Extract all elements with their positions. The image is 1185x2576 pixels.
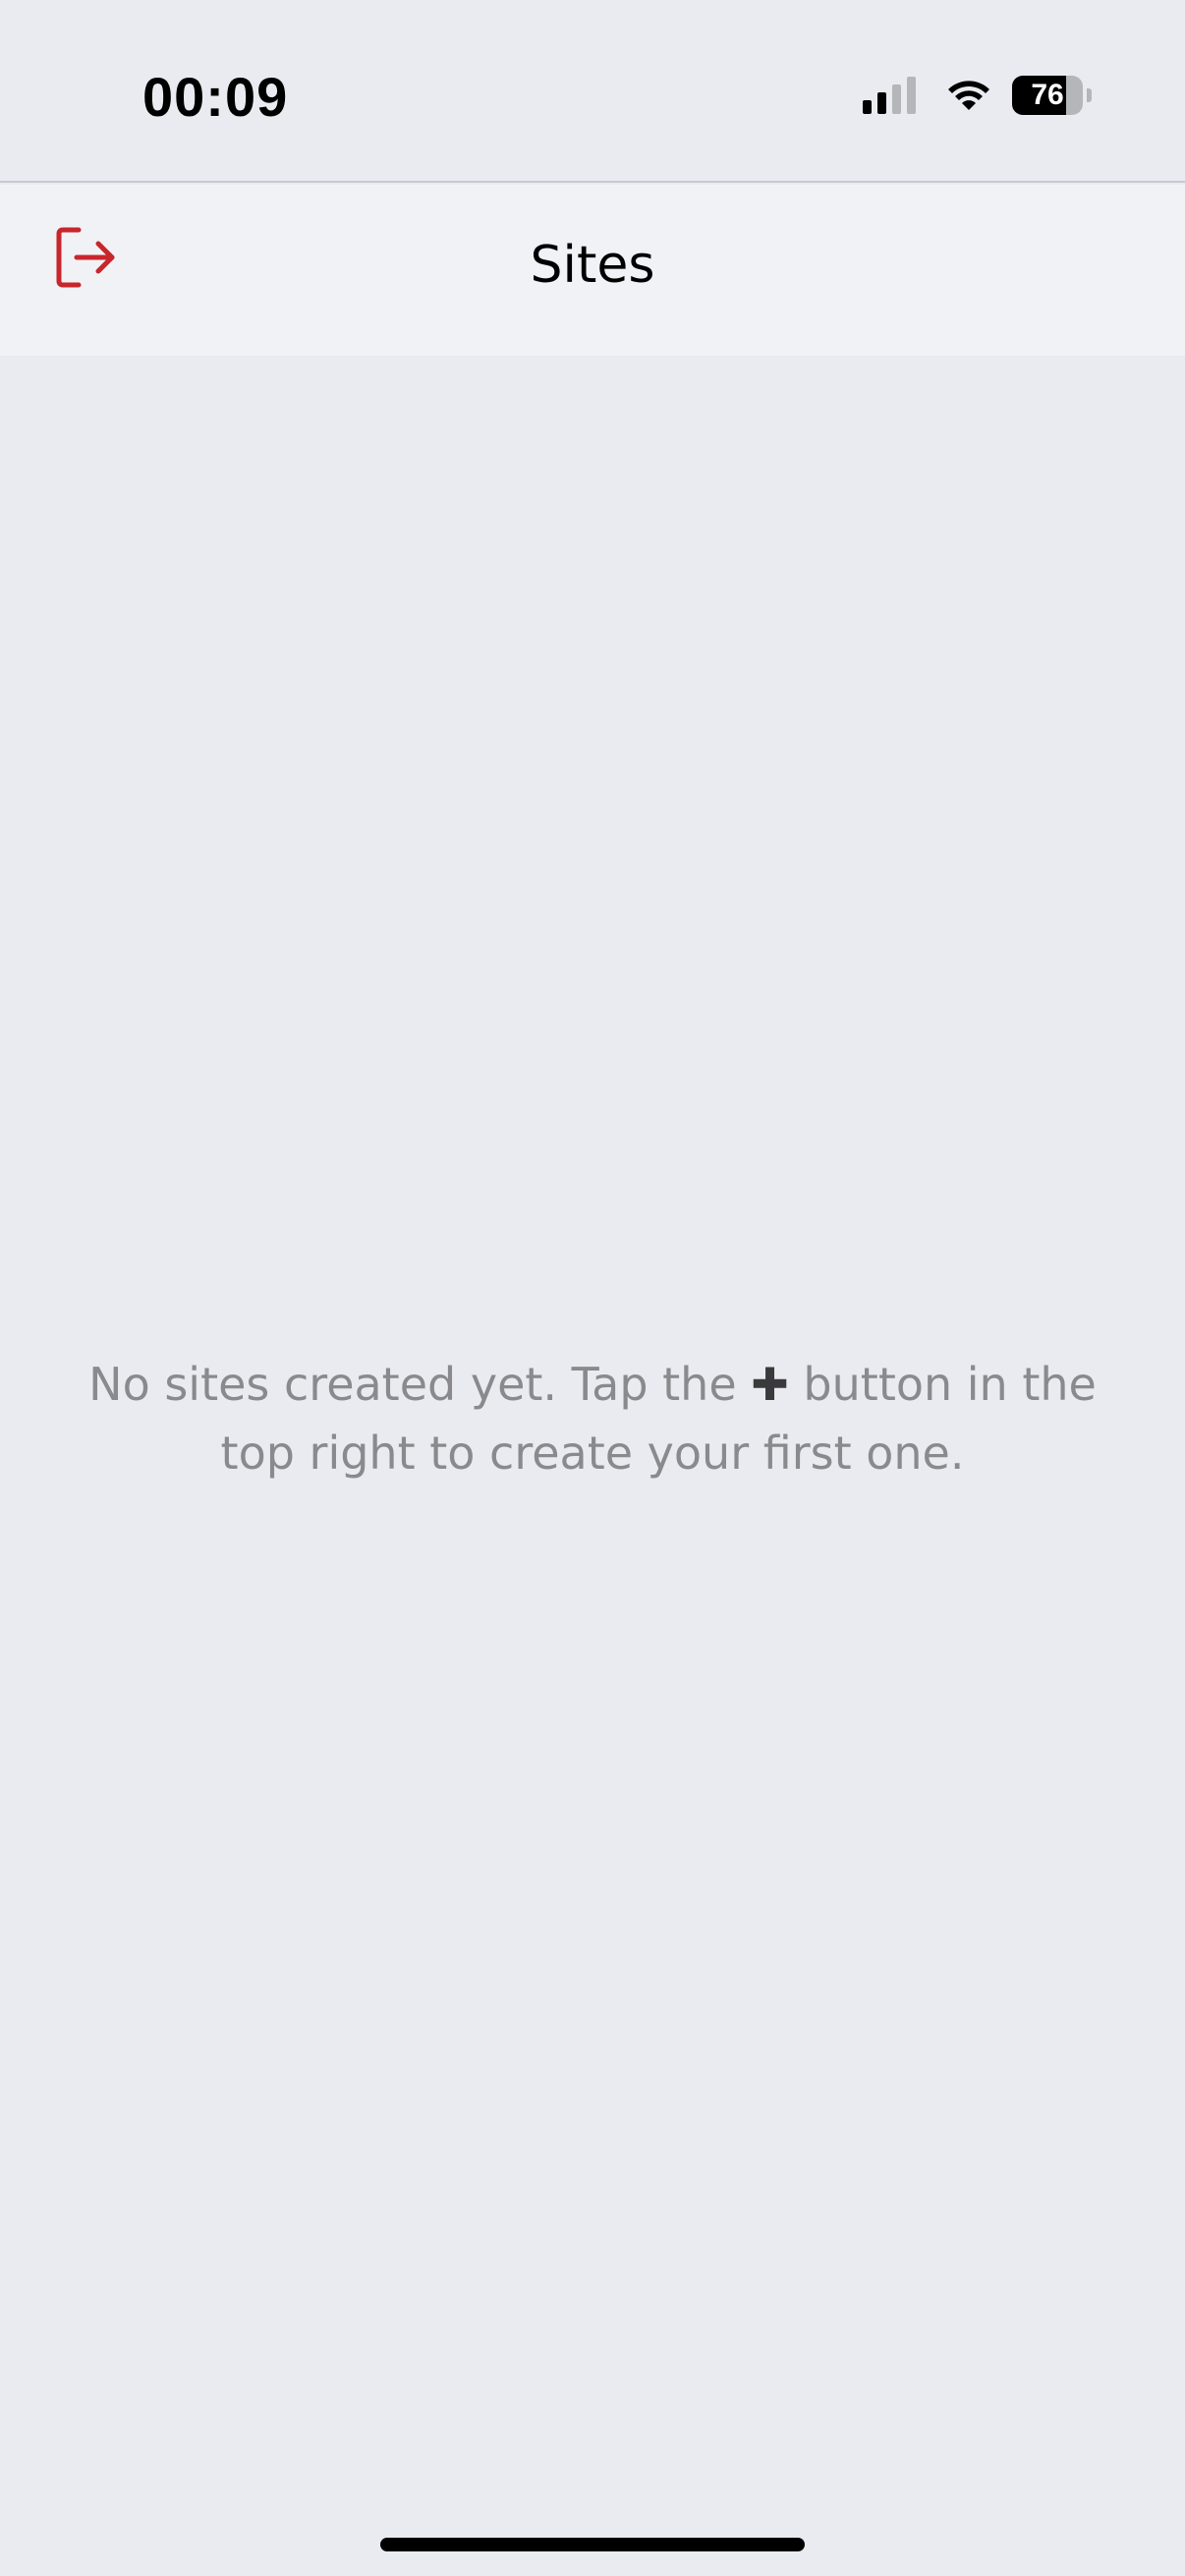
cellular-signal-icon (863, 77, 922, 114)
empty-state-message: No sites created yet. Tap the ✚ button i… (79, 1350, 1106, 1487)
status-time: 00:09 (142, 66, 289, 128)
status-bar: 00:09 76 (0, 0, 1185, 183)
home-indicator[interactable] (380, 2538, 805, 2551)
empty-state-text-before: No sites created yet. Tap the (88, 1358, 752, 1411)
status-icons: 76 (863, 73, 1092, 118)
battery-icon: 76 (1012, 76, 1092, 115)
page-title: Sites (530, 236, 655, 295)
battery-level: 76 (1031, 79, 1064, 111)
wifi-icon (948, 81, 989, 110)
plus-icon: ✚ (751, 1358, 789, 1411)
navigation-bar: Sites (0, 185, 1185, 356)
